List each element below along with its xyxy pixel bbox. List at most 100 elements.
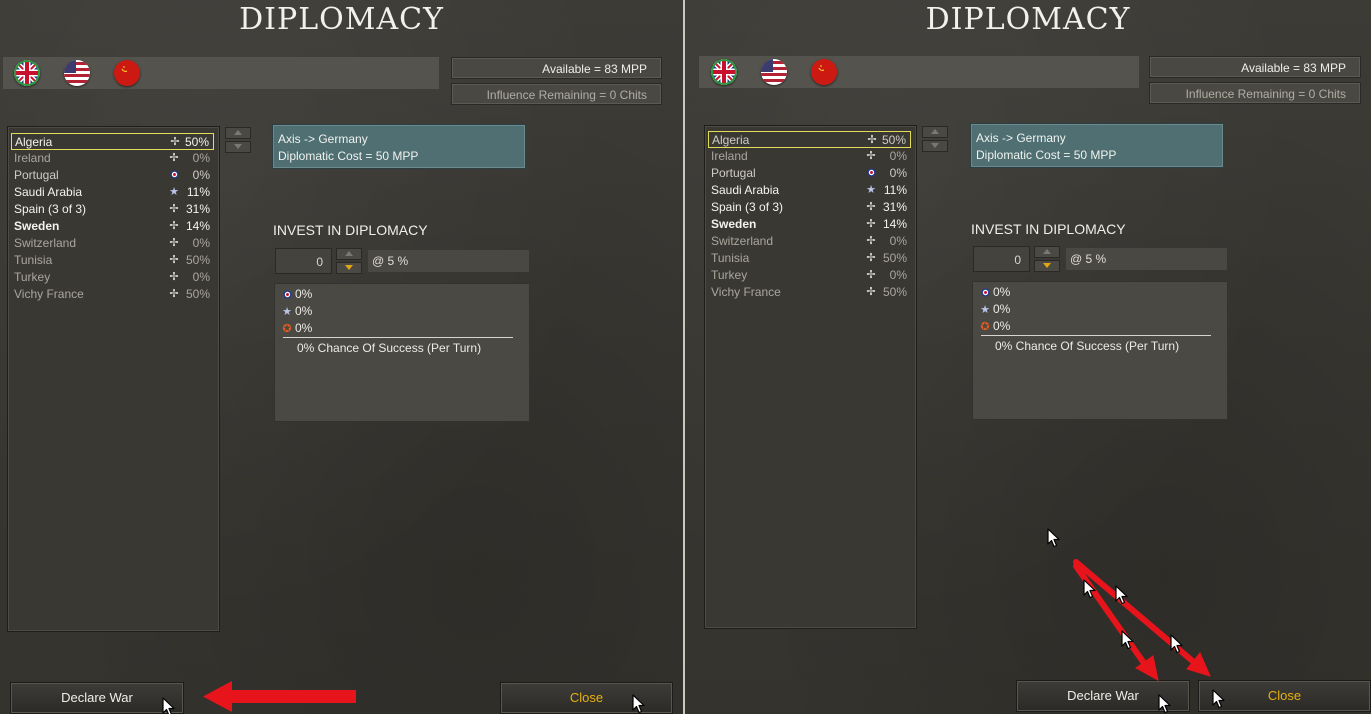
invest-decrease-button[interactable] <box>1034 260 1060 272</box>
target-side: Axis -> Germany <box>976 131 1066 145</box>
axis-cross-icon: ✢ <box>169 271 179 283</box>
country-row-algeria[interactable]: Algeria ✢ 50% <box>11 133 214 150</box>
close-button[interactable]: Close <box>500 682 673 714</box>
country-row-turkey[interactable]: Turkey ✢ 0% <box>11 269 214 286</box>
soviet-star-icon: ✪ <box>980 321 990 333</box>
list-scroll-down-button[interactable] <box>922 140 948 152</box>
country-list: Algeria ✢ 50% Ireland ✢ 0% Portugal 0% Saudi … <box>7 126 220 632</box>
axis-cross-icon: ✢ <box>866 269 876 281</box>
uk-influence-row: 0% <box>979 284 1010 300</box>
list-scroll-up-button[interactable] <box>225 127 251 139</box>
invest-title: INVEST IN DIPLOMACY <box>971 221 1126 237</box>
arrow-down-icon <box>1043 263 1051 268</box>
us-influence-row: ★ 0% <box>980 302 1011 316</box>
uk-roundel-icon <box>979 285 991 301</box>
country-row-saudi-arabia[interactable]: Saudi Arabia ★ 11% <box>708 182 911 199</box>
chance-of-success: 0% Chance Of Success (Per Turn) <box>995 339 1180 353</box>
axis-cross-icon: ✢ <box>866 235 876 247</box>
country-row-sweden[interactable]: Sweden ✢ 14% <box>708 216 911 233</box>
uk-influence-row: 0% <box>281 286 312 302</box>
axis-cross-icon: ✢ <box>866 252 876 264</box>
soviet-influence-row: ✪ 0% <box>282 321 313 335</box>
axis-cross-icon: ✢ <box>170 136 180 148</box>
arrow-down-icon <box>234 144 242 149</box>
invest-rate: @ 5 % <box>368 250 529 272</box>
axis-cross-icon: ✢ <box>866 150 876 162</box>
us-star-icon: ★ <box>980 304 990 316</box>
axis-cross-icon: ✢ <box>866 201 876 213</box>
arrow-up-icon <box>234 130 242 135</box>
arrow-up-icon <box>345 251 353 256</box>
invest-title: INVEST IN DIPLOMACY <box>273 222 428 238</box>
uk-roundel-icon <box>281 287 293 303</box>
arrow-up-icon <box>931 129 939 134</box>
invest-amount-field[interactable]: 0 <box>275 248 332 274</box>
diplomacy-target-box: Axis -> Germany Diplomatic Cost = 50 MPP <box>272 124 526 169</box>
divider-line <box>283 337 513 338</box>
country-row-tunisia[interactable]: Tunisia ✢ 50% <box>708 250 911 267</box>
country-row-spain[interactable]: Spain (3 of 3) ✢ 31% <box>11 201 214 218</box>
country-row-turkey[interactable]: Turkey ✢ 0% <box>708 267 911 284</box>
country-row-ireland[interactable]: Ireland ✢ 0% <box>11 150 214 167</box>
invest-increase-button[interactable] <box>1034 246 1060 258</box>
list-scroll-down-button[interactable] <box>225 141 251 153</box>
soviet-flag-icon[interactable] <box>811 59 837 85</box>
us-star-icon: ★ <box>169 186 179 198</box>
page-title: DIPLOMACY <box>925 2 1131 37</box>
arrow-down-icon <box>345 265 353 270</box>
us-star-icon: ★ <box>866 184 876 196</box>
axis-cross-icon: ✢ <box>866 286 876 298</box>
soviet-influence-row: ✪ 0% <box>980 319 1011 333</box>
influence-remaining: Influence Remaining = 0 Chits <box>1149 82 1361 104</box>
country-row-vichy-france[interactable]: Vichy France ✢ 50% <box>11 286 214 303</box>
axis-cross-icon: ✢ <box>866 218 876 230</box>
arrow-down-icon <box>931 143 939 148</box>
axis-cross-icon: ✢ <box>169 220 179 232</box>
page-title: DIPLOMACY <box>239 2 444 37</box>
target-side: Axis -> Germany <box>278 132 368 146</box>
close-button[interactable]: Close <box>1198 680 1371 712</box>
country-row-tunisia[interactable]: Tunisia ✢ 50% <box>11 252 214 269</box>
diplomatic-cost: Diplomatic Cost = 50 MPP <box>976 148 1117 162</box>
axis-cross-icon: ✢ <box>169 254 179 266</box>
diplomacy-panel-left: DIPLOMACY Available = 83 MPP Influence R… <box>0 0 683 714</box>
country-row-spain[interactable]: Spain (3 of 3) ✢ 31% <box>708 199 911 216</box>
axis-cross-icon: ✢ <box>169 237 179 249</box>
axis-cross-icon: ✢ <box>169 152 179 164</box>
uk-flag-icon[interactable] <box>711 59 737 85</box>
diplomacy-panel-right: DIPLOMACY Available = 83 MPP Influence R… <box>685 0 1371 714</box>
nation-flag-bar <box>699 56 1139 88</box>
invest-amount-field[interactable]: 0 <box>973 246 1030 272</box>
us-flag-icon[interactable] <box>64 60 90 86</box>
country-row-switzerland[interactable]: Switzerland ✢ 0% <box>11 235 214 252</box>
country-row-portugal[interactable]: Portugal 0% <box>708 165 911 182</box>
soviet-flag-icon[interactable] <box>114 60 140 86</box>
invest-rate: @ 5 % <box>1066 248 1227 270</box>
influence-remaining: Influence Remaining = 0 Chits <box>451 83 662 105</box>
country-row-vichy-france[interactable]: Vichy France ✢ 50% <box>708 284 911 301</box>
available-mpp: Available = 83 MPP <box>451 57 662 79</box>
us-flag-icon[interactable] <box>761 59 787 85</box>
country-row-sweden[interactable]: Sweden ✢ 14% <box>11 218 214 235</box>
country-row-algeria[interactable]: Algeria ✢ 50% <box>708 131 911 148</box>
declare-war-button[interactable]: Declare War <box>10 682 184 714</box>
us-star-icon: ★ <box>282 306 292 318</box>
available-mpp: Available = 83 MPP <box>1149 56 1361 78</box>
list-scroll-up-button[interactable] <box>922 126 948 138</box>
uk-roundel-icon <box>168 167 180 184</box>
country-row-ireland[interactable]: Ireland ✢ 0% <box>708 148 911 165</box>
axis-cross-icon: ✢ <box>169 288 179 300</box>
us-influence-row: ★ 0% <box>282 304 313 318</box>
soviet-star-icon: ✪ <box>282 323 292 335</box>
uk-flag-icon[interactable] <box>14 60 40 86</box>
invest-increase-button[interactable] <box>336 248 362 260</box>
axis-cross-icon: ✢ <box>169 203 179 215</box>
country-row-switzerland[interactable]: Switzerland ✢ 0% <box>708 233 911 250</box>
invest-decrease-button[interactable] <box>336 262 362 274</box>
arrow-up-icon <box>1043 249 1051 254</box>
uk-roundel-icon <box>865 165 877 182</box>
country-row-portugal[interactable]: Portugal 0% <box>11 167 214 184</box>
diplomatic-cost: Diplomatic Cost = 50 MPP <box>278 149 419 163</box>
declare-war-button[interactable]: Declare War <box>1016 680 1190 712</box>
country-row-saudi-arabia[interactable]: Saudi Arabia ★ 11% <box>11 184 214 201</box>
